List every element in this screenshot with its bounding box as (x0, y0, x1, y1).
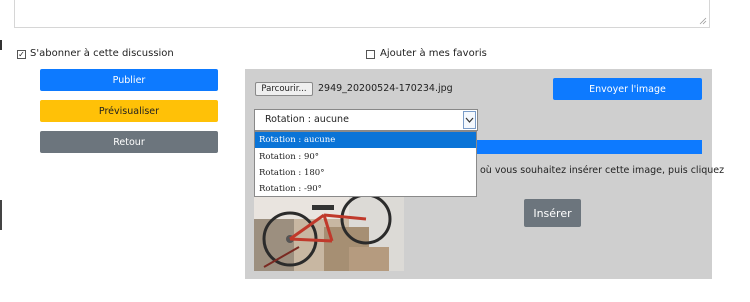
favorite-checkbox[interactable] (366, 50, 375, 59)
checkmark-icon: ✓ (18, 49, 25, 59)
browse-button[interactable]: Parcourir... (255, 82, 313, 96)
selected-filename: 2949_20200524-170234.jpg (318, 83, 453, 94)
insert-button[interactable]: Insérer (524, 199, 581, 227)
rotation-option-minus-90[interactable]: Rotation : -90° (255, 181, 476, 197)
subscribe-label[interactable]: S'abonner à cette discussion (30, 48, 174, 60)
favorite-label[interactable]: Ajouter à mes favoris (380, 48, 487, 60)
rotation-select-value: Rotation : aucune (265, 114, 349, 125)
insert-instruction: où vous souhaitez insérer cette image, p… (480, 165, 725, 176)
window-edge (0, 0, 3, 302)
back-button[interactable]: Retour (40, 131, 218, 153)
rotation-select[interactable]: Rotation : aucune (254, 109, 478, 131)
image-preview (254, 197, 404, 271)
send-image-button[interactable]: Envoyer l'image (553, 78, 702, 100)
upload-progress-bar (477, 140, 702, 154)
resize-grip-icon[interactable] (699, 17, 707, 25)
message-textarea[interactable] (14, 0, 710, 28)
chevron-down-icon[interactable] (463, 111, 476, 129)
bicycle-photo-image (254, 197, 404, 271)
rotation-option-180[interactable]: Rotation : 180° (255, 165, 476, 181)
subscribe-checkbox[interactable]: ✓ (17, 50, 26, 59)
rotation-dropdown-list[interactable]: Rotation : aucune Rotation : 90° Rotatio… (254, 131, 477, 197)
rotation-option-none[interactable]: Rotation : aucune (255, 132, 476, 148)
publish-button[interactable]: Publier (40, 69, 218, 91)
rotation-option-90[interactable]: Rotation : 90° (255, 149, 476, 165)
preview-button[interactable]: Prévisualiser (40, 100, 218, 122)
